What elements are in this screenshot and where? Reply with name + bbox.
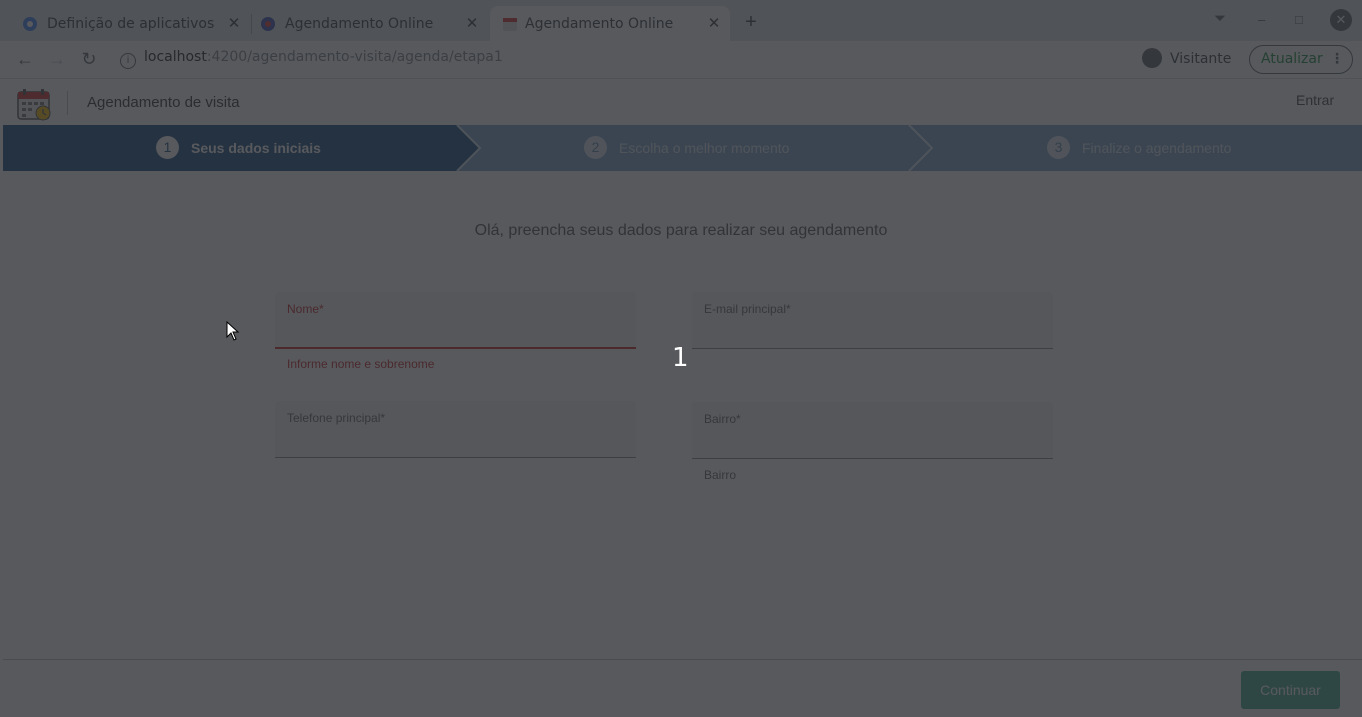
- nome-label: Nome*: [287, 302, 324, 316]
- browser-tab[interactable]: Definição de aplicativos ✕: [22, 6, 250, 41]
- browser-tab-strip: Definição de aplicativos ✕ Agendamento O…: [0, 0, 1362, 41]
- back-arrow-icon[interactable]: ←: [14, 48, 36, 70]
- form-heading: Olá, preencha seus dados para realizar s…: [474, 222, 888, 239]
- nome-input[interactable]: [287, 320, 621, 344]
- url-path: :4200/agendamento-visita/agenda/etapa1: [206, 49, 503, 65]
- progress-stepper: 1 Seus dados iniciais 2 Escolha o melhor…: [3, 125, 1362, 171]
- menu-kebab-icon[interactable]: ⋮: [1330, 46, 1344, 73]
- step-2[interactable]: 2 Escolha o melhor momento: [473, 125, 913, 171]
- avatar-icon: [1142, 48, 1162, 68]
- calendar-logo-icon: [17, 89, 51, 121]
- maximize-window-icon[interactable]: □: [1295, 12, 1303, 27]
- step-marker-label: 1: [672, 343, 689, 373]
- update-button[interactable]: Atualizar ⋮: [1249, 45, 1353, 74]
- step-number: 3: [1047, 136, 1070, 159]
- page-title: Agendamento de visita: [87, 94, 240, 111]
- step-number: 1: [156, 136, 179, 159]
- step-label: Escolha o melhor momento: [619, 140, 790, 156]
- chrome-settings-icon: [23, 17, 37, 31]
- profile-button[interactable]: Visitante: [1136, 45, 1241, 74]
- step-label: Seus dados iniciais: [191, 140, 321, 156]
- app-header: Agendamento de visita Entrar: [0, 79, 1362, 125]
- tab-separator: [251, 14, 252, 34]
- email-input[interactable]: [704, 320, 1038, 344]
- bairro-input[interactable]: [704, 430, 1038, 454]
- browser-tab-active[interactable]: Agendamento Online ✕: [490, 6, 730, 41]
- telefone-field[interactable]: Telefone principal*: [275, 401, 636, 458]
- nome-field[interactable]: Nome*: [275, 292, 636, 349]
- email-field[interactable]: E-mail principal*: [692, 292, 1053, 349]
- step-3[interactable]: 3 Finalize o agendamento: [923, 125, 1362, 171]
- forward-arrow-icon[interactable]: →: [46, 48, 68, 70]
- header-divider: [67, 91, 68, 115]
- minimize-window-icon[interactable]: –: [1258, 12, 1265, 27]
- mouse-cursor-icon: [226, 321, 240, 341]
- telefone-label: Telefone principal*: [287, 411, 386, 425]
- bairro-hint: Bairro: [704, 468, 737, 482]
- site-info-icon[interactable]: i: [120, 53, 136, 69]
- tab-title: Agendamento Online: [285, 16, 434, 32]
- tab-search-icon[interactable]: ⏷: [1214, 10, 1226, 27]
- update-label: Atualizar: [1261, 51, 1323, 67]
- step-1[interactable]: 1 Seus dados iniciais: [3, 125, 473, 171]
- close-window-icon[interactable]: ✕: [1330, 9, 1352, 31]
- close-tab-icon[interactable]: ✕: [224, 13, 244, 33]
- profile-label: Visitante: [1170, 51, 1232, 67]
- step-number: 2: [584, 136, 607, 159]
- browser-tab[interactable]: Agendamento Online ✕: [260, 6, 488, 41]
- new-tab-button[interactable]: +: [740, 11, 762, 33]
- email-label: E-mail principal*: [704, 302, 791, 316]
- footer-divider: [3, 659, 1362, 660]
- close-tab-icon[interactable]: ✕: [704, 13, 724, 33]
- bairro-label: Bairro*: [704, 412, 741, 426]
- bairro-field[interactable]: Bairro*: [692, 402, 1053, 459]
- url-host: localhost: [144, 49, 207, 65]
- calendar-favicon-icon: [503, 18, 517, 31]
- telefone-input[interactable]: [287, 429, 621, 453]
- app-favicon-icon: [261, 17, 275, 31]
- reload-icon[interactable]: ↻: [78, 48, 100, 70]
- address-bar[interactable]: i localhost:4200/agendamento-visita/agend…: [120, 49, 503, 69]
- tab-title: Definição de aplicativos: [47, 16, 215, 32]
- continue-button[interactable]: Continuar: [1241, 671, 1340, 709]
- step-label: Finalize o agendamento: [1082, 140, 1232, 156]
- login-link[interactable]: Entrar: [1296, 92, 1334, 108]
- tab-title: Agendamento Online: [525, 16, 674, 32]
- browser-toolbar: ← → ↻ i localhost:4200/agendamento-visita…: [0, 41, 1362, 79]
- close-tab-icon[interactable]: ✕: [462, 13, 482, 33]
- nome-hint: Informe nome e sobrenome: [287, 357, 435, 371]
